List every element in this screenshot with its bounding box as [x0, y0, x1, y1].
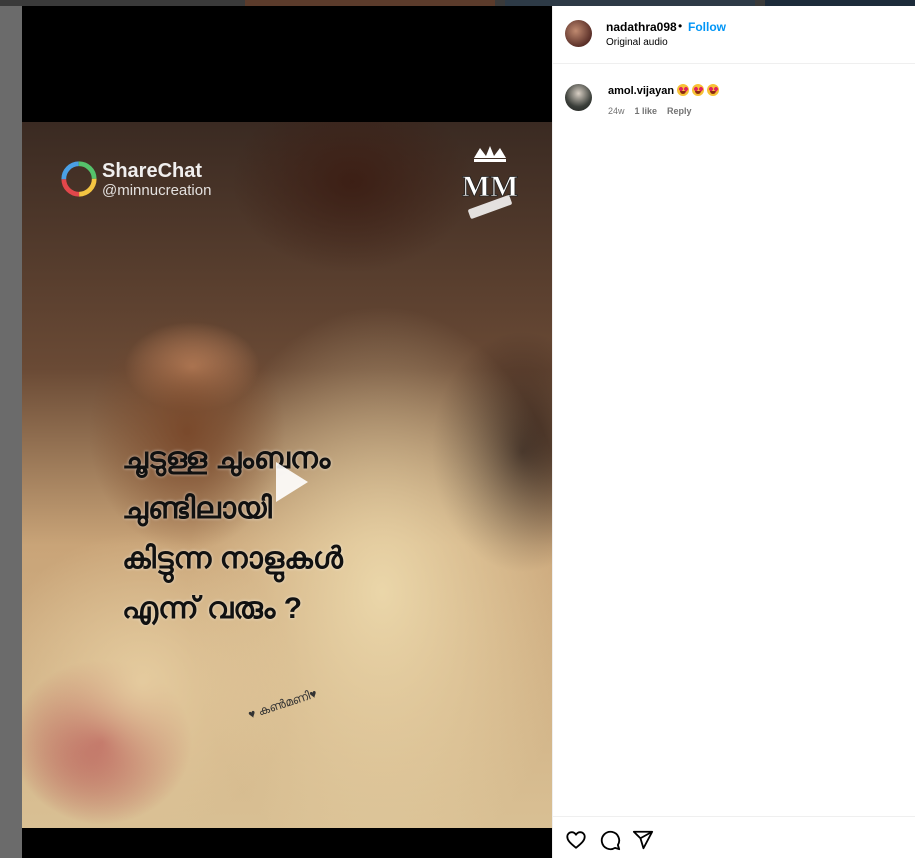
comment-text — [677, 84, 719, 96]
comment-meta: 24w 1 like Reply — [608, 106, 692, 116]
author-avatar[interactable] — [565, 20, 592, 47]
follow-button[interactable]: Follow — [688, 20, 726, 34]
name-sticker: ♥ കൺമണി♥ — [246, 686, 319, 722]
comment-likes[interactable]: 1 like — [635, 106, 658, 116]
heart-eyes-emoji-icon — [707, 84, 719, 96]
post-side-panel: nadathra098 • Follow Original audio amol… — [552, 6, 915, 858]
author-username[interactable]: nadathra098 — [606, 20, 677, 34]
video-frame: ShareChat @minnucreation MM ചൂടുള്ള ചുംബ… — [22, 122, 552, 828]
heart-eyes-emoji-icon — [677, 84, 689, 96]
audio-link[interactable]: Original audio — [606, 37, 668, 48]
overlay-line: എന്ന് വരും ? — [122, 592, 303, 625]
post-modal: ShareChat @minnucreation MM ചൂടുള്ള ചുംബ… — [22, 6, 915, 858]
comment-username[interactable]: amol.vijayan — [608, 85, 674, 97]
sharechat-logo-icon — [61, 161, 97, 197]
watermark-handle: @minnucreation — [102, 181, 212, 199]
sharechat-watermark: ShareChat @minnucreation — [60, 160, 211, 198]
heart-eyes-emoji-icon — [692, 84, 704, 96]
comment-icon[interactable] — [599, 829, 621, 851]
reel-media[interactable]: ShareChat @minnucreation MM ചൂടുള്ള ചുംബ… — [22, 6, 552, 858]
post-header: nadathra098 • Follow Original audio — [553, 6, 915, 64]
reply-button[interactable]: Reply — [667, 106, 692, 116]
share-icon[interactable] — [632, 829, 654, 851]
play-icon[interactable] — [260, 452, 320, 512]
heart-icon[interactable] — [565, 829, 587, 851]
mm-logo: MM — [462, 146, 518, 219]
header-separator: • — [678, 19, 683, 33]
comment-item: amol.vijayan 24w 1 like Reply — [553, 80, 915, 130]
overlay-line: കിട്ടുന്ന നാളുകൾ — [122, 542, 343, 575]
watermark-brand: ShareChat — [102, 159, 203, 182]
action-bar — [553, 816, 915, 858]
commenter-avatar[interactable] — [565, 84, 592, 111]
comment-age: 24w — [608, 106, 625, 116]
